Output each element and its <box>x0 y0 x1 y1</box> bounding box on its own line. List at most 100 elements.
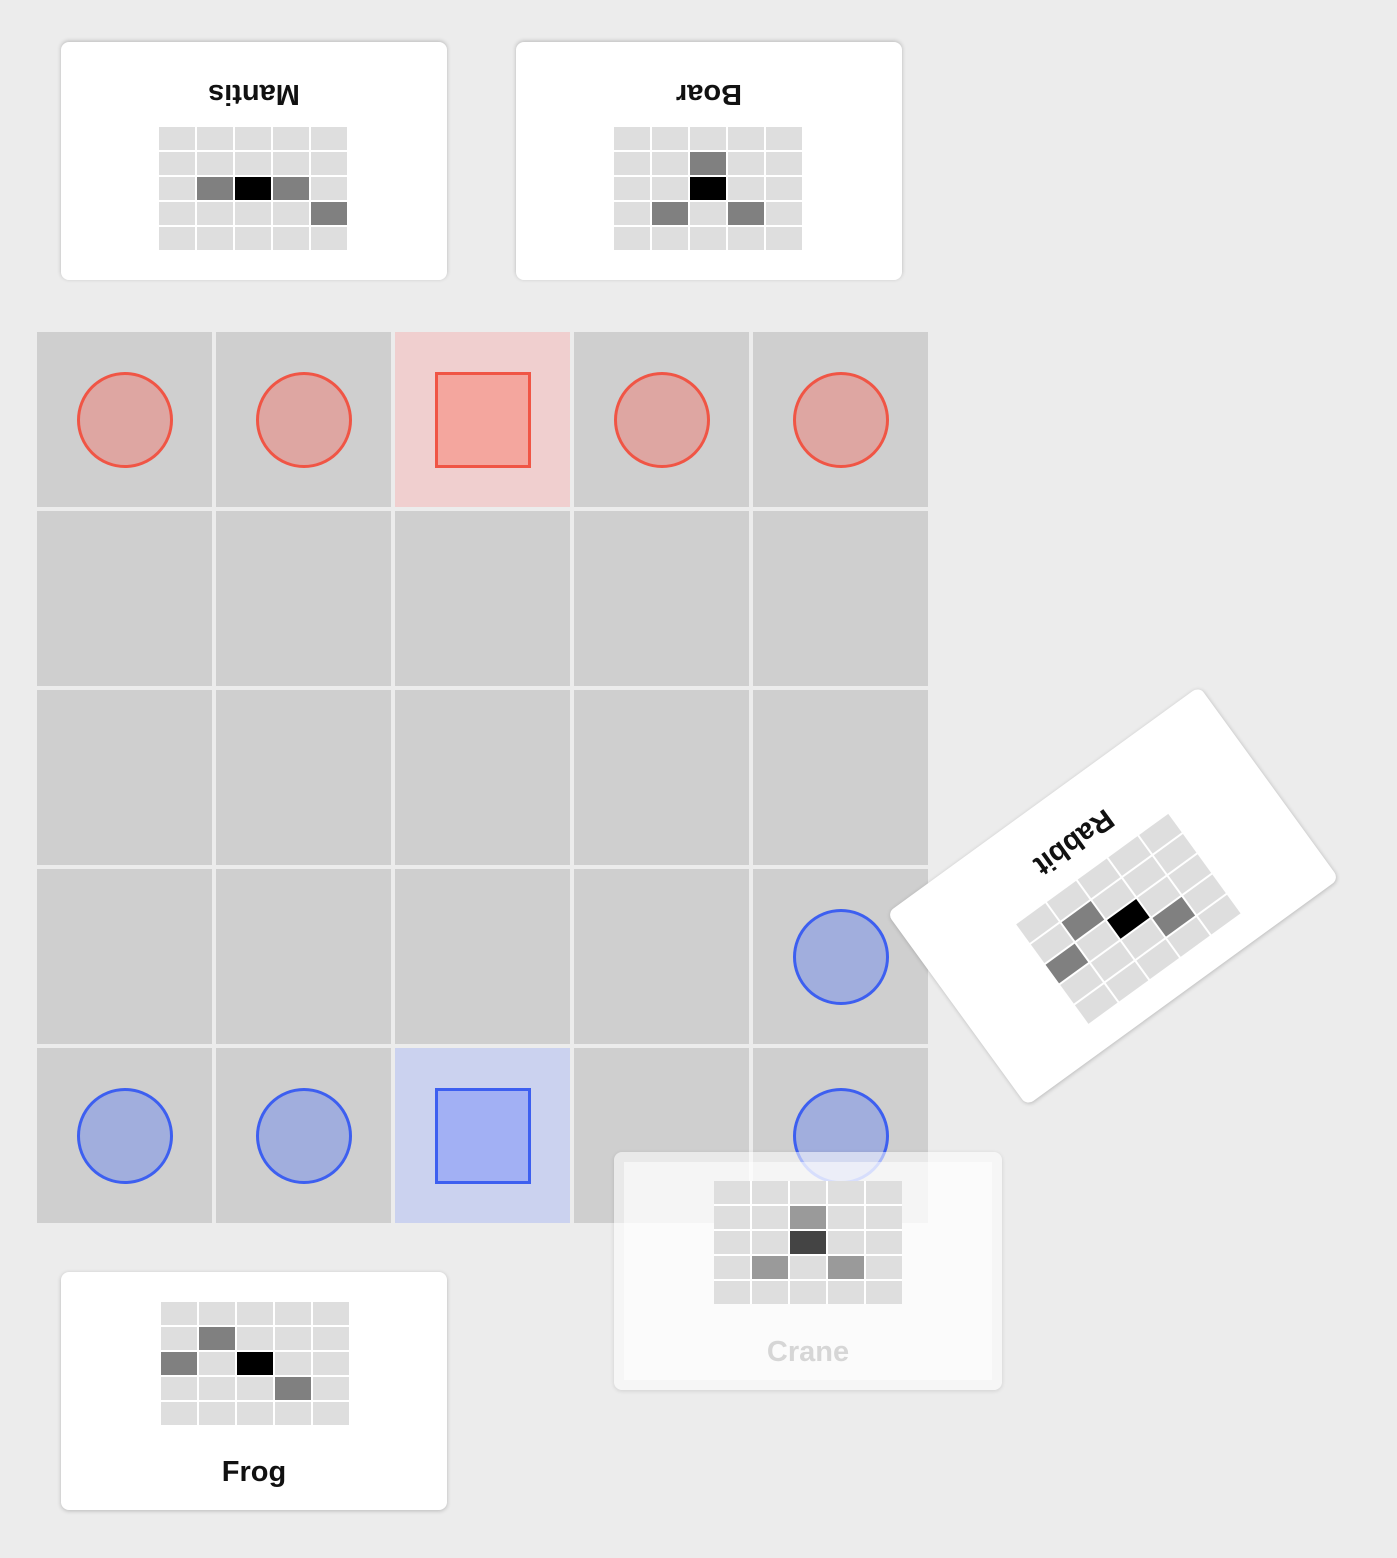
board-square[interactable] <box>37 332 212 507</box>
move-grid-cell <box>828 1181 864 1204</box>
move-grid-cell <box>866 1206 902 1229</box>
blue-pawn[interactable] <box>255 1087 352 1184</box>
move-grid-cell <box>828 1231 864 1254</box>
move-grid-cell <box>866 1231 902 1254</box>
card-name: Mantis <box>208 78 300 110</box>
move-grid-cell <box>752 1206 788 1229</box>
move-grid-cell <box>273 227 309 250</box>
move-grid-cell <box>690 127 726 150</box>
move-grid-cell <box>273 152 309 175</box>
board-square[interactable] <box>395 869 570 1044</box>
board-square[interactable] <box>574 511 749 686</box>
move-grid-cell <box>766 127 802 150</box>
move-grid-cell <box>197 202 233 225</box>
move-grid-center <box>237 1352 273 1375</box>
move-grid-cell <box>752 1231 788 1254</box>
board-square[interactable] <box>37 869 212 1044</box>
move-grid-cell <box>275 1352 311 1375</box>
board-square[interactable] <box>753 869 928 1044</box>
move-grid-target <box>790 1206 826 1229</box>
board-square[interactable] <box>216 1048 391 1223</box>
board-square[interactable] <box>37 511 212 686</box>
move-grid-cell <box>728 127 764 150</box>
board-square[interactable] <box>753 511 928 686</box>
move-grid <box>161 1302 349 1425</box>
board-square[interactable] <box>37 1048 212 1223</box>
move-grid-cell <box>275 1302 311 1325</box>
red-pawn[interactable] <box>613 371 710 468</box>
blue-pawn[interactable] <box>76 1087 173 1184</box>
move-grid-target <box>273 177 309 200</box>
board-square[interactable] <box>753 332 928 507</box>
board-square[interactable] <box>216 869 391 1044</box>
move-grid-cell <box>766 227 802 250</box>
move-grid-cell <box>235 202 271 225</box>
move-grid-cell <box>161 1302 197 1325</box>
move-grid-cell <box>237 1302 273 1325</box>
move-grid-cell <box>652 152 688 175</box>
move-grid-cell <box>652 227 688 250</box>
move-grid-cell <box>652 127 688 150</box>
red-pawn[interactable] <box>792 371 889 468</box>
board-square[interactable] <box>216 690 391 865</box>
move-grid-cell <box>866 1256 902 1279</box>
move-grid-cell <box>714 1256 750 1279</box>
move-grid-cell <box>161 1402 197 1425</box>
board-square[interactable] <box>574 332 749 507</box>
move-grid-cell <box>199 1352 235 1375</box>
move-grid-cell <box>766 202 802 225</box>
move-grid-cell <box>313 1402 349 1425</box>
move-grid-cell <box>828 1206 864 1229</box>
board-square[interactable] <box>574 690 749 865</box>
player-card-frog[interactable]: Frog <box>61 1272 447 1510</box>
board-square[interactable] <box>37 690 212 865</box>
move-grid-cell <box>614 127 650 150</box>
move-grid-cell <box>311 127 347 150</box>
move-grid-cell <box>313 1377 349 1400</box>
move-grid-cell <box>714 1206 750 1229</box>
opponent-card-boar[interactable]: Boar <box>516 42 902 280</box>
dragged-card-crane[interactable]: Crane <box>614 1152 1002 1390</box>
move-grid-cell <box>197 127 233 150</box>
move-grid-target <box>199 1327 235 1350</box>
board-square[interactable] <box>395 511 570 686</box>
move-grid-cell <box>159 152 195 175</box>
blue-master[interactable] <box>434 1087 531 1184</box>
move-grid <box>614 127 802 250</box>
move-grid-cell <box>275 1327 311 1350</box>
move-grid-target <box>275 1377 311 1400</box>
move-grid-cell <box>159 177 195 200</box>
move-grid-target <box>728 202 764 225</box>
move-grid-cell <box>311 227 347 250</box>
red-throne-square[interactable] <box>395 332 570 507</box>
move-grid-cell <box>714 1281 750 1304</box>
red-master[interactable] <box>434 371 531 468</box>
move-grid-cell <box>311 177 347 200</box>
move-grid-cell <box>197 227 233 250</box>
move-grid-cell <box>790 1181 826 1204</box>
move-grid-target <box>161 1352 197 1375</box>
board-square[interactable] <box>753 690 928 865</box>
move-grid-cell <box>237 1402 273 1425</box>
board-square[interactable] <box>574 869 749 1044</box>
move-grid-cell <box>614 227 650 250</box>
move-grid-cell <box>199 1402 235 1425</box>
blue-pawn[interactable] <box>792 908 889 1005</box>
board-square[interactable] <box>216 511 391 686</box>
move-grid-cell <box>790 1256 826 1279</box>
opponent-card-mantis[interactable]: Mantis <box>61 42 447 280</box>
move-grid-center <box>235 177 271 200</box>
move-grid-cell <box>161 1327 197 1350</box>
move-grid-cell <box>752 1281 788 1304</box>
red-pawn[interactable] <box>76 371 173 468</box>
move-grid-cell <box>614 202 650 225</box>
board-square[interactable] <box>395 690 570 865</box>
next-card-rabbit[interactable]: Rabbit <box>886 686 1340 1106</box>
red-pawn[interactable] <box>255 371 352 468</box>
card-name: Boar <box>675 78 743 110</box>
board-square[interactable] <box>216 332 391 507</box>
blue-throne-square[interactable] <box>395 1048 570 1223</box>
game-board <box>35 330 930 1223</box>
move-grid-center <box>690 177 726 200</box>
move-grid-cell <box>161 1377 197 1400</box>
